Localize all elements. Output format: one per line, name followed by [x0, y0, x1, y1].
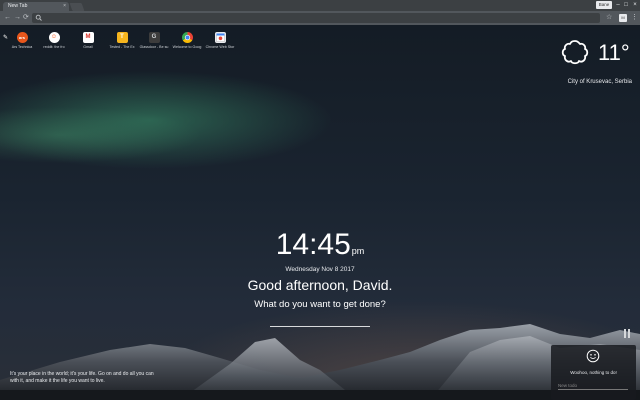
clock-ampm: pm: [351, 246, 365, 256]
back-icon[interactable]: ←: [4, 13, 11, 23]
shortcut-label: Chrome Web Stor: [205, 45, 235, 49]
greeting: Good afternoon, David.: [247, 277, 393, 293]
toolbar: ← → ⟳ ☆ M ⋮: [0, 11, 640, 25]
address-bar[interactable]: [32, 13, 600, 23]
smile-icon: [586, 349, 600, 363]
ars-technica-icon: ars: [16, 32, 28, 43]
todo-panel: Woohoo, nothing to do!: [551, 345, 636, 400]
focus-input[interactable]: [270, 315, 370, 327]
tested-icon: T: [116, 32, 128, 43]
quote: It's your place in the world; it's your …: [10, 371, 154, 384]
shortcut-label: Tested - The Ex: [109, 45, 135, 49]
todo-empty-message: Woohoo, nothing to do!: [570, 370, 617, 375]
web-store-icon: [214, 32, 226, 43]
search-icon: [35, 14, 42, 21]
new-todo-input[interactable]: [558, 382, 628, 390]
shortcut-glassdoor[interactable]: G Glassdoor - Be su: [137, 32, 171, 49]
shortcut-label: Ars Technica: [11, 45, 33, 49]
extension-icon[interactable]: M: [619, 14, 627, 22]
gmail-icon: M: [82, 32, 94, 43]
clock-time: 14:45: [275, 228, 351, 261]
shortcut-chrome-web-store[interactable]: Chrome Web Stor: [203, 32, 237, 49]
clock: 14:45pm: [0, 228, 640, 262]
glassdoor-icon: G: [148, 32, 160, 43]
minimize-icon[interactable]: –: [614, 1, 622, 9]
date-text: Wednesday Nov 8 2017: [285, 266, 355, 273]
shortcut-ars-technica[interactable]: ars Ars Technica: [5, 32, 39, 49]
tab-bar: New Tab × Bane – □ ×: [0, 0, 640, 11]
shortcut-google[interactable]: Welcome to Goog: [170, 32, 204, 49]
tab-close-icon[interactable]: ×: [63, 2, 66, 11]
shortcut-label: reddit: the fro: [43, 45, 65, 49]
reload-icon[interactable]: ⟳: [23, 13, 29, 23]
pause-icon[interactable]: [624, 329, 631, 338]
shortcut-reddit[interactable]: ☺ reddit: the fro: [37, 32, 71, 49]
focus-question: What do you want to get done?: [254, 299, 386, 310]
temperature[interactable]: 11°: [598, 40, 630, 66]
shortcut-label: Glassdoor - Be su: [139, 45, 169, 49]
bookmark-star-icon[interactable]: ☆: [606, 13, 612, 23]
shortcut-label: Gmail: [83, 45, 93, 49]
close-window-icon[interactable]: ×: [631, 1, 639, 9]
tab-new-tab[interactable]: New Tab ×: [3, 2, 69, 11]
shortcut-tested[interactable]: T Tested - The Ex: [105, 32, 139, 49]
weather-location: City of Krusevac, Serbia: [567, 79, 632, 85]
shortcut-label: Welcome to Goog: [172, 45, 202, 49]
shortcut-gmail[interactable]: M Gmail: [71, 32, 105, 49]
forward-icon[interactable]: →: [14, 13, 21, 23]
menu-icon[interactable]: ⋮: [631, 13, 638, 23]
cloud-icon[interactable]: [560, 37, 590, 67]
tab-title: New Tab: [8, 3, 28, 9]
chrome-icon: [181, 32, 193, 43]
new-tab-button[interactable]: [69, 3, 85, 11]
profile-button[interactable]: Bane: [596, 1, 612, 9]
maximize-icon[interactable]: □: [622, 1, 630, 9]
reddit-icon: ☺: [48, 32, 60, 43]
